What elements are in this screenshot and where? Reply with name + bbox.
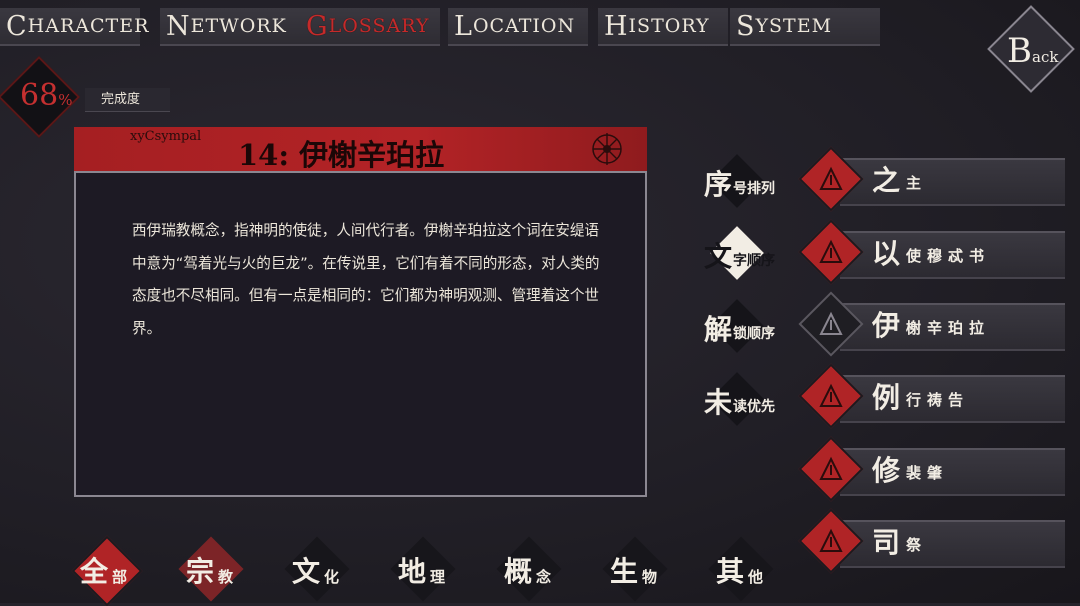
sort-label-big: 解 xyxy=(704,313,733,346)
item-label-big: 修 xyxy=(872,454,901,487)
item-label-small: 裴肇 xyxy=(906,464,949,482)
category-label-small: 理 xyxy=(430,568,446,586)
sort-label-small: 号排列 xyxy=(733,181,775,197)
sort-label-big: 未 xyxy=(704,386,733,419)
category-label-small: 他 xyxy=(748,568,764,586)
item-label-small: 使穆忒书 xyxy=(906,247,991,265)
tab-cap: S xyxy=(736,10,756,42)
tab-label: YSTEM xyxy=(755,15,833,37)
sort-by-number[interactable]: 序 号排列 xyxy=(700,154,810,208)
category-label-big: 地 xyxy=(398,555,427,588)
category-label-big: 宗 xyxy=(186,555,215,588)
category-label-small: 念 xyxy=(536,568,552,586)
sigil-icon xyxy=(592,133,622,165)
entry-header: xyCsympal 14: 伊榭辛珀拉 xyxy=(74,127,647,172)
tab-label: LOSSARY xyxy=(328,15,430,37)
category-label-big: 文 xyxy=(292,555,321,588)
sort-label-small: 锁顺序 xyxy=(733,326,775,342)
category-other[interactable]: 其 他 xyxy=(704,536,780,606)
category-label-small: 部 xyxy=(112,568,128,586)
tab-label: ISTORY xyxy=(628,15,710,37)
category-label-small: 化 xyxy=(324,568,340,586)
entry-panel[interactable]: 西伊瑞教概念，指神明的使徒，人间代行者。伊榭辛珀拉这个词在安缇语中意为“驾着光与… xyxy=(74,171,647,497)
category-all[interactable]: 全 部 xyxy=(68,535,144,606)
tab-history[interactable]: H ISTORY xyxy=(598,8,728,46)
item-label-big: 司 xyxy=(872,526,901,559)
tab-cap: L xyxy=(454,10,473,42)
entry-description: 西伊瑞教概念，指神明的使徒，人间代行者。伊榭辛珀拉这个词在安缇语中意为“驾着光与… xyxy=(132,222,600,337)
category-label-big: 生 xyxy=(610,555,639,588)
sort-unread-first[interactable]: 未 读优先 xyxy=(700,372,810,426)
category-creature[interactable]: 生 物 xyxy=(598,536,674,606)
item-label-small: 主 xyxy=(906,174,928,192)
category-label-small: 教 xyxy=(218,568,234,586)
glossary-item-selected[interactable]: 伊 榭辛珀拉 xyxy=(798,291,1075,357)
category-label-small: 物 xyxy=(642,568,658,586)
sigil-icon xyxy=(819,456,843,480)
item-label-big: 以 xyxy=(872,237,901,270)
sort-by-unlock[interactable]: 解 锁顺序 xyxy=(700,299,810,353)
sigil-icon xyxy=(819,166,843,190)
back-label: Back xyxy=(1007,31,1059,71)
tab-glossary[interactable]: G LOSSARY xyxy=(300,8,440,46)
category-geography[interactable]: 地 理 xyxy=(386,536,462,606)
entry-subtitle: xyCsympal xyxy=(130,129,202,144)
sort-label-small: 读优先 xyxy=(733,399,775,415)
tab-cap: N xyxy=(166,10,191,42)
category-label-big: 概 xyxy=(504,555,533,588)
tab-label: HARACTER xyxy=(27,15,150,37)
item-label-small: 榭辛珀拉 xyxy=(906,319,991,337)
tab-label: OCATION xyxy=(472,15,576,37)
tab-label: ETWORK xyxy=(190,15,287,37)
glossary-item[interactable]: 例 行祷告 xyxy=(798,363,1075,429)
back-button[interactable]: Back xyxy=(987,5,1075,93)
tab-character[interactable]: C HARACTER xyxy=(0,8,148,46)
sigil-icon xyxy=(819,311,843,335)
item-label-big: 伊 xyxy=(872,309,901,342)
entry-title: 14: 伊榭辛珀拉 xyxy=(238,138,445,172)
sigil-icon xyxy=(819,528,843,552)
glossary-item[interactable]: 以 使穆忒书 xyxy=(798,219,1075,285)
item-label-big: 之 xyxy=(872,164,901,197)
completion-label: 完成度 xyxy=(85,88,170,112)
category-label-big: 全 xyxy=(80,555,109,588)
completion-value: 68% xyxy=(20,78,73,113)
sort-label-small: 字顺序 xyxy=(733,253,775,269)
sort-label-big: 文 xyxy=(704,240,733,273)
sigil-icon xyxy=(819,383,843,407)
item-label-small: 行祷告 xyxy=(906,391,970,409)
tab-cap: C xyxy=(6,10,28,42)
sigil-icon xyxy=(819,239,843,263)
tab-location[interactable]: L OCATION xyxy=(448,8,588,46)
category-culture[interactable]: 文 化 xyxy=(280,536,356,606)
item-label-small: 祭 xyxy=(906,536,928,554)
item-label-big: 例 xyxy=(872,381,901,414)
category-religion[interactable]: 宗 教 xyxy=(174,536,250,606)
glossary-item[interactable]: 司 祭 xyxy=(798,508,1075,574)
tab-cap: H xyxy=(604,10,629,42)
tab-system[interactable]: S YSTEM xyxy=(730,8,880,46)
category-concept[interactable]: 概 念 xyxy=(492,536,568,606)
tab-network[interactable]: N ETWORK xyxy=(160,8,300,46)
top-navigation: C HARACTER N ETWORK G LOSSARY L OCATION H IST… xyxy=(0,0,880,48)
glossary-item[interactable]: 修 裴肇 xyxy=(798,436,1075,502)
tab-cap: G xyxy=(306,10,329,42)
sort-by-text[interactable]: 文 字顺序 xyxy=(700,226,810,280)
glossary-item[interactable]: 之 主 xyxy=(798,146,1075,212)
sort-label-big: 序 xyxy=(704,168,733,201)
category-label-big: 其 xyxy=(716,555,745,588)
